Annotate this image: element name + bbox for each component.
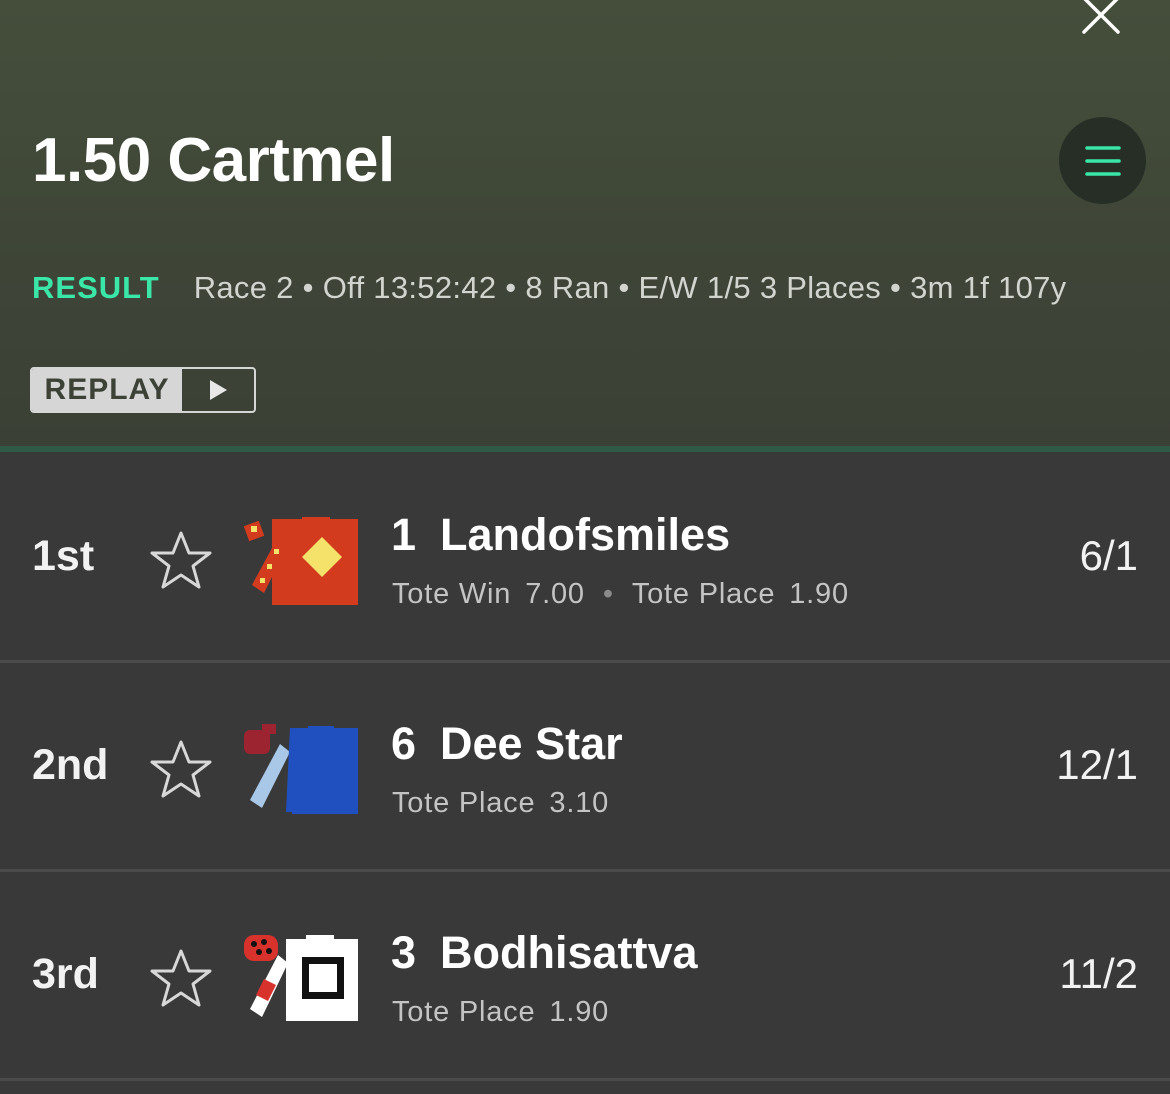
tote-place-label: Tote Place (631, 578, 776, 610)
horse-name-text: Bodhisattva (440, 927, 698, 978)
close-button[interactable] (1078, 0, 1124, 38)
favourite-button[interactable] (148, 529, 214, 593)
horse-name-text: Dee Star (440, 718, 623, 769)
result-badge: RESULT (32, 270, 160, 305)
play-icon (210, 380, 227, 400)
finish-position: 2nd (32, 741, 109, 789)
starting-price: 12/1 (1056, 741, 1138, 788)
tote-returns: Tote Place 3.10 (392, 785, 609, 821)
tote-place-label: Tote Place (392, 996, 536, 1028)
replay-label: REPLAY (32, 369, 182, 411)
favourite-button[interactable] (148, 947, 214, 1011)
horse-name[interactable]: 6 Dee Star (391, 716, 623, 772)
tote-place-value: 3.10 (549, 787, 610, 819)
menu-button[interactable] (1059, 117, 1146, 204)
horse-name[interactable]: 3 Bodhisattva (391, 925, 698, 981)
race-details: Race 2 • Off 13:52:42 • 8 Ran • E/W 1/5 … (193, 270, 1067, 305)
saddle-number: 3 (391, 927, 417, 978)
tote-win-value: 7.00 (525, 578, 585, 610)
jockey-silk-icon (243, 517, 358, 605)
saddle-number: 1 (391, 509, 417, 560)
favourite-button[interactable] (148, 738, 214, 802)
tote-place-label: Tote Place (392, 787, 536, 819)
star-icon (150, 740, 212, 798)
close-icon (1082, 0, 1120, 34)
hamburger-icon (1084, 145, 1121, 176)
starting-price: 11/2 (1059, 950, 1138, 997)
replay-button[interactable]: REPLAY (30, 367, 256, 413)
race-info: RESULT Race 2 • Off 13:52:42 • 8 Ran • E… (32, 268, 1066, 308)
result-row[interactable]: 3rd 3 Bodhisattva Tote Place 1.90 11/2 (0, 873, 1170, 1081)
separator: • (602, 578, 614, 610)
tote-win-label: Tote Win (392, 578, 512, 610)
tote-place-value: 1.90 (789, 578, 849, 610)
result-row[interactable]: 1st 1 Landofsmiles Tote Win 7.00 • Tote Plac… (0, 455, 1170, 663)
finish-position: 3rd (32, 950, 99, 998)
tote-place-value: 1.90 (549, 996, 610, 1028)
saddle-number: 6 (391, 718, 417, 769)
horse-name-text: Landofsmiles (440, 509, 731, 560)
jockey-silk-icon (244, 935, 358, 1021)
result-row[interactable]: 2nd 6 Dee Star Tote Place 3.10 12/1 (0, 664, 1170, 872)
finish-position: 1st (32, 532, 95, 580)
jockey-silk-icon (244, 724, 358, 814)
starting-price: 6/1 (1079, 532, 1138, 579)
horse-name[interactable]: 1 Landofsmiles (391, 507, 730, 563)
tote-returns: Tote Place 1.90 (392, 994, 609, 1030)
page-title: 1.50 Cartmel (32, 126, 395, 195)
star-icon (150, 531, 212, 589)
tote-returns: Tote Win 7.00 • Tote Place 1.90 (392, 576, 849, 612)
header-divider (0, 446, 1170, 452)
star-icon (150, 949, 212, 1007)
